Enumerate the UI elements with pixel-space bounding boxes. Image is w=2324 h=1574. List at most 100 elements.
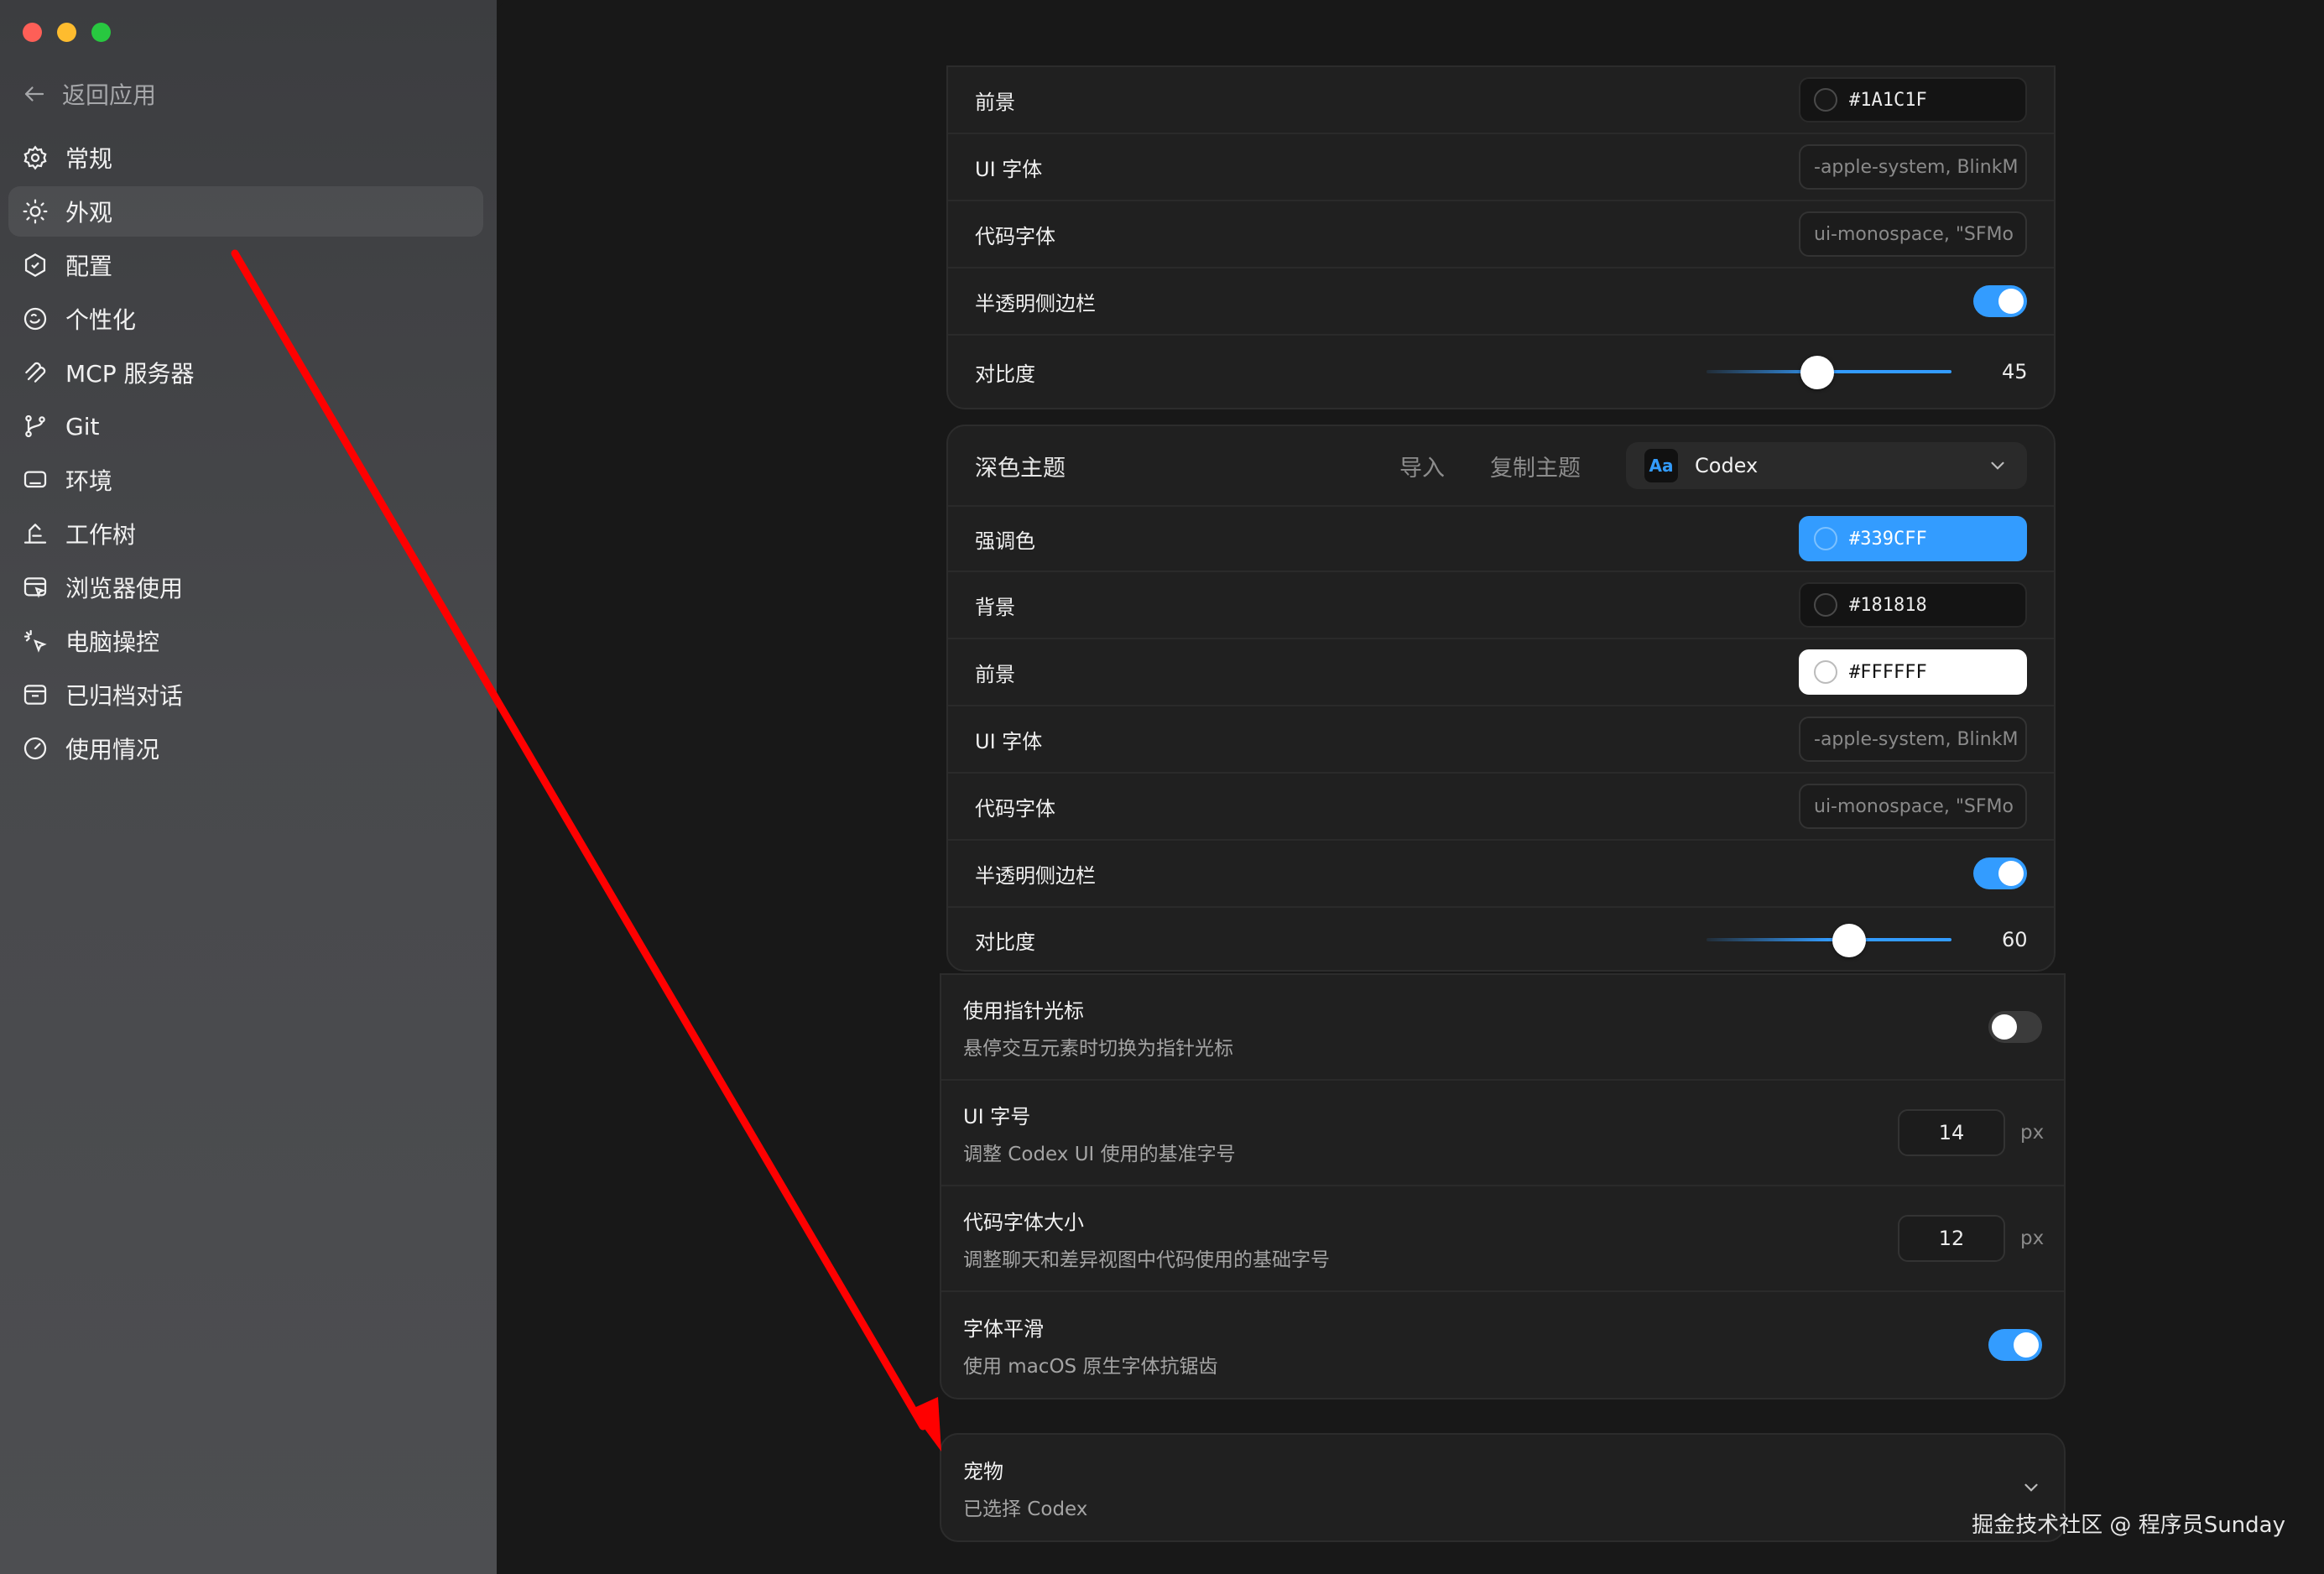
sidebar-item-mcp-servers[interactable]: MCP 服务器 (8, 347, 483, 398)
personalize-icon (23, 307, 47, 331)
sidebar-item-git[interactable]: Git (8, 401, 483, 451)
sun-icon (23, 199, 48, 224)
light-ui-font-row: UI 字体 -apple-system, BlinkM (948, 134, 2054, 201)
settings-window: 返回应用 常规 外观 配置 个性化 MCP 服务器 Git 环境 工作树 浏览器… (0, 0, 2324, 1574)
window-controls (23, 23, 111, 42)
dark-translucent-label: 半透明侧边栏 (975, 863, 1096, 888)
color-dot (1814, 593, 1837, 617)
chevron-down-icon[interactable] (2020, 1477, 2042, 1498)
dark-ui-font-input[interactable]: -apple-system, BlinkM (1799, 717, 2027, 762)
sidebar-item-browser-use[interactable]: 浏览器使用 (8, 562, 483, 612)
code-font-size-unit: px (2020, 1227, 2045, 1249)
pet-row[interactable]: 宠物 已选择 Codex (941, 1435, 2064, 1540)
color-dot (1814, 88, 1837, 112)
cursor-click-icon (23, 629, 47, 653)
light-contrast-value: 45 (2002, 360, 2028, 383)
appearance-settings-panel: 前景 #1A1C1F UI 字体 -apple-system, BlinkM 代… (497, 0, 2324, 1574)
slider-thumb[interactable] (1832, 924, 1866, 957)
code-font-size-input[interactable]: 12 (1898, 1215, 2005, 1262)
dark-code-font-label: 代码字体 (975, 796, 1055, 821)
sidebar-item-computer-control[interactable]: 电脑操控 (8, 616, 483, 666)
light-contrast-control: 45 (1707, 356, 2028, 389)
sidebar-item-appearance[interactable]: 外观 (8, 186, 483, 237)
font-settings-card: 使用指针光标 悬停交互元素时切换为指针光标 UI 字号 调整 Codex UI … (940, 973, 2066, 1399)
pointer-cursor-row: 使用指针光标 悬停交互元素时切换为指针光标 (941, 975, 2064, 1081)
arrow-left-icon (24, 86, 44, 102)
sidebar-item-label: 常规 (65, 145, 113, 173)
dark-theme-selected: Codex (1695, 454, 1759, 477)
ui-font-size-input[interactable]: 14 (1898, 1109, 2005, 1156)
config-icon (24, 253, 46, 277)
sidebar-item-label: MCP 服务器 (65, 360, 195, 388)
dark-background-color-picker[interactable]: #181818 (1799, 582, 2027, 628)
color-dot (1814, 527, 1837, 550)
dark-ui-font-row: UI 字体 -apple-system, BlinkM (948, 706, 2054, 774)
dark-theme-select[interactable]: Aa Codex (1626, 442, 2027, 489)
pointer-cursor-title: 使用指针光标 (963, 998, 1084, 1023)
light-ui-font-label: UI 字体 (975, 157, 1043, 181)
sidebar-item-config[interactable]: 配置 (8, 240, 483, 290)
gauge-icon (23, 737, 47, 760)
sidebar-item-personalization[interactable]: 个性化 (8, 294, 483, 344)
sidebar-item-label: 配置 (65, 253, 113, 280)
font-smoothing-title: 字体平滑 (963, 1316, 1044, 1341)
dark-background-value: #181818 (1849, 594, 1927, 616)
close-window-button[interactable] (23, 23, 42, 42)
sidebar-item-label: 外观 (65, 199, 113, 227)
color-dot (1814, 660, 1837, 684)
light-code-font-input[interactable]: ui-monospace, "SFMo (1799, 211, 2027, 257)
back-to-app-button[interactable]: 返回应用 (22, 76, 156, 112)
dark-foreground-color-picker[interactable]: #FFFFFF (1799, 649, 2027, 695)
slider-track (1707, 938, 1951, 941)
pointer-cursor-desc: 悬停交互元素时切换为指针光标 (963, 1037, 1233, 1060)
git-branch-icon (25, 414, 45, 438)
font-smoothing-desc: 使用 macOS 原生字体抗锯齿 (963, 1355, 1218, 1378)
pet-card[interactable]: 宠物 已选择 Codex (940, 1433, 2066, 1542)
dark-ui-font-label: UI 字体 (975, 729, 1043, 753)
light-ui-font-input[interactable]: -apple-system, BlinkM (1799, 144, 2027, 190)
dark-foreground-row: 前景 #FFFFFF (948, 639, 2054, 706)
sidebar-item-archived-chats[interactable]: 已归档对话 (8, 670, 483, 720)
sidebar-item-label: 工作树 (65, 521, 137, 549)
zoom-window-button[interactable] (91, 23, 111, 42)
code-font-size-title: 代码字体大小 (963, 1210, 1084, 1234)
pet-title: 宠物 (963, 1459, 1003, 1483)
pointer-cursor-toggle[interactable] (1988, 1011, 2042, 1043)
light-translucent-label: 半透明侧边栏 (975, 291, 1096, 315)
sidebar-item-worktree[interactable]: 工作树 (8, 508, 483, 559)
mcp-icon (25, 362, 46, 383)
ui-font-size-unit: px (2020, 1122, 2045, 1144)
dark-code-font-row: 代码字体 ui-monospace, "SFMo (948, 774, 2054, 841)
light-contrast-label: 对比度 (975, 362, 1035, 386)
light-contrast-slider[interactable] (1707, 356, 1951, 389)
minimize-window-button[interactable] (57, 23, 76, 42)
code-font-size-row: 代码字体大小 调整聊天和差异视图中代码使用的基础字号 12 px (941, 1186, 2064, 1292)
dark-translucent-row: 半透明侧边栏 (948, 841, 2054, 908)
font-smoothing-toggle[interactable] (1988, 1329, 2042, 1361)
code-font-size-desc: 调整聊天和差异视图中代码使用的基础字号 (963, 1248, 1330, 1271)
sidebar-item-label: 环境 (65, 467, 113, 495)
dark-contrast-value: 60 (2002, 928, 2028, 951)
import-theme-button[interactable]: 导入 (1399, 450, 1445, 482)
monitor-icon (23, 471, 47, 488)
sidebar: 返回应用 常规 外观 配置 个性化 MCP 服务器 Git 环境 工作树 浏览器… (0, 0, 497, 1574)
light-foreground-color-picker[interactable]: #1A1C1F (1799, 77, 2027, 122)
sidebar-item-usage[interactable]: 使用情况 (8, 723, 483, 774)
dark-contrast-label: 对比度 (975, 930, 1035, 954)
light-foreground-row: 前景 #1A1C1F (948, 67, 2054, 134)
gear-icon (23, 145, 47, 170)
back-to-app-label: 返回应用 (62, 81, 157, 109)
sidebar-item-environment[interactable]: 环境 (8, 455, 483, 505)
slider-thumb[interactable] (1800, 356, 1834, 389)
dark-code-font-input[interactable]: ui-monospace, "SFMo (1799, 784, 2027, 829)
sidebar-item-general[interactable]: 常规 (8, 133, 483, 183)
ui-font-size-row: UI 字号 调整 Codex UI 使用的基准字号 14 px (941, 1081, 2064, 1186)
light-translucent-toggle[interactable] (1973, 285, 2027, 317)
dark-foreground-label: 前景 (975, 662, 1015, 686)
dark-contrast-slider[interactable] (1707, 924, 1951, 957)
dark-accent-color-picker[interactable]: #339CFF (1799, 516, 2027, 561)
dark-translucent-toggle[interactable] (1973, 857, 2027, 889)
light-contrast-row: 对比度 45 (948, 336, 2054, 408)
copy-theme-button[interactable]: 复制主题 (1490, 450, 1581, 482)
light-code-font-label: 代码字体 (975, 224, 1055, 248)
